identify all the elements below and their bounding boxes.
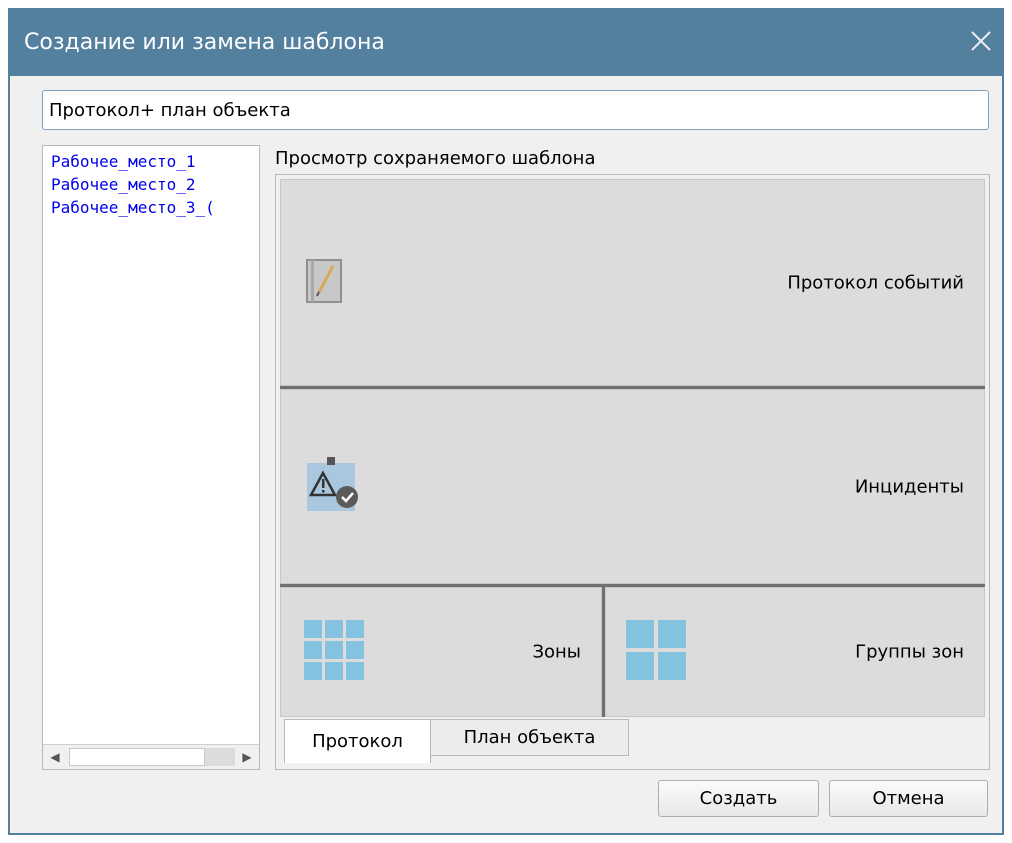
tab-object-plan[interactable]: План объекта	[430, 719, 629, 756]
list-item[interactable]: Рабочее_место_2	[51, 173, 256, 196]
close-icon[interactable]	[968, 28, 994, 54]
list-item[interactable]: Рабочее_место_1	[51, 150, 256, 173]
panel-label: Протокол событий	[787, 272, 964, 293]
notebook-icon	[305, 258, 345, 308]
zone-groups-grid-icon	[626, 620, 686, 684]
preview-label: Просмотр сохраняемого шаблона	[275, 148, 596, 169]
dialog-title: Создание или замена шаблона	[24, 30, 385, 55]
horizontal-scrollbar[interactable]: ◀ ▶	[43, 744, 259, 769]
zones-grid-icon	[304, 620, 364, 684]
panel-event-log: Протокол событий	[280, 179, 985, 386]
list-item[interactable]: Рабочее_место_3_(	[51, 196, 256, 219]
panel-label: Группы зон	[855, 641, 964, 663]
title-bar: Создание или замена шаблона	[10, 10, 1002, 76]
template-name-input[interactable]	[42, 90, 989, 130]
panel-label: Зоны	[532, 641, 581, 663]
scroll-right-icon[interactable]: ▶	[237, 745, 257, 769]
scroll-left-icon[interactable]: ◀	[45, 745, 65, 769]
panel-incidents: Инциденты	[280, 389, 985, 584]
scrollbar-track[interactable]	[205, 748, 235, 766]
cancel-button[interactable]: Отмена	[829, 780, 988, 817]
workplace-list[interactable]: Рабочее_место_1 Рабочее_место_2 Рабочее_…	[42, 145, 260, 770]
create-button[interactable]: Создать	[658, 780, 819, 817]
scrollbar-thumb[interactable]	[69, 748, 205, 766]
template-preview: Протокол событий Инциденты Зоны Группы з…	[275, 174, 990, 770]
template-dialog: Создание или замена шаблона Рабочее_мест…	[8, 8, 1004, 835]
incident-clipboard-icon	[305, 455, 365, 519]
panel-zone-groups: Группы зон	[605, 587, 985, 717]
panel-zones: Зоны	[280, 587, 602, 717]
tab-protocol[interactable]: Протокол	[284, 719, 431, 763]
panel-label: Инциденты	[854, 476, 964, 497]
